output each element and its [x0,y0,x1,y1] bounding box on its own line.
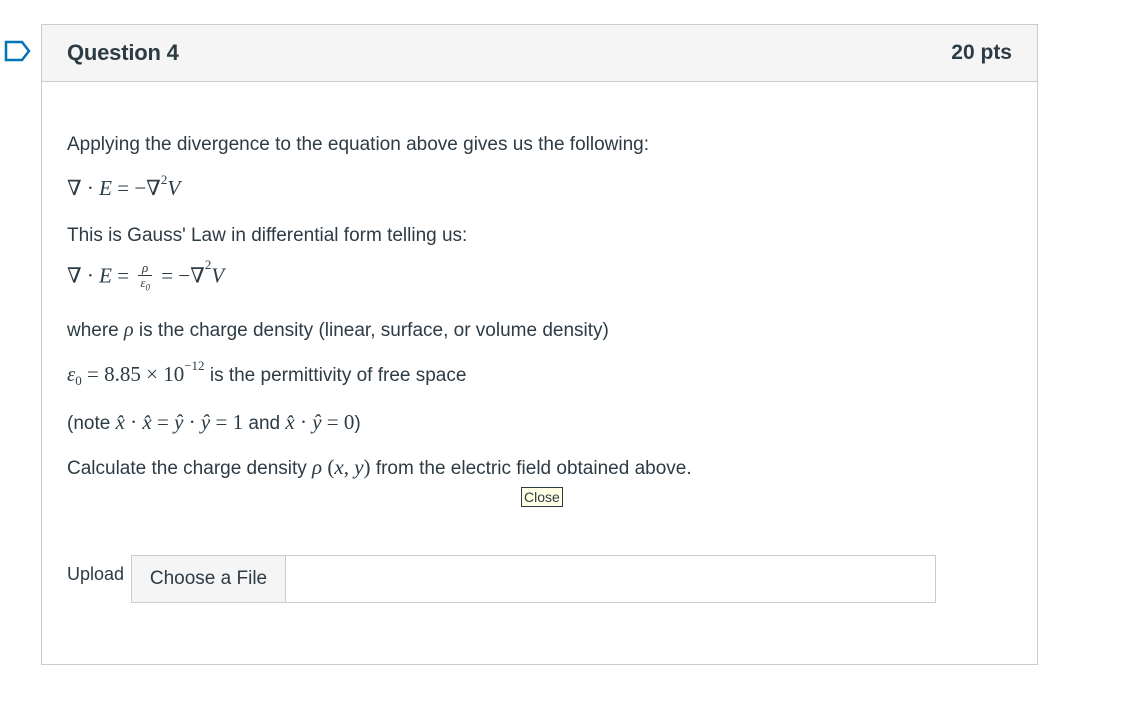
note-text: (note x̂ · x̂ = ŷ · ŷ = 1 and x̂ · ŷ = 0… [67,410,361,434]
choose-file-button[interactable]: Choose a File [132,556,286,602]
intro-text: Applying the divergence to the equation … [67,134,650,155]
file-upload-field[interactable]: Choose a File [131,555,936,603]
equation-divergence: ∇ · E = −∇2V [67,172,181,200]
gauss-law-text: This is Gauss' Law in differential form … [67,225,468,246]
bookmark-icon[interactable] [4,40,32,62]
task-text: Calculate the charge density ρ (x, y) fr… [67,455,692,479]
permittivity-text: ε0 = 8.85 × 10−12 is the permittivity of… [67,358,467,388]
where-text: where ρ is the charge density (linear, s… [67,319,609,341]
question-title: Question 4 [67,40,179,65]
close-button[interactable]: Close [521,487,563,507]
question-card: Question 4 20 pts Applying the divergenc… [41,24,1038,665]
equation-gauss: ∇ · E = ρ ε0 = −∇2V [67,257,225,293]
question-points: 20 pts [951,41,1012,64]
question-header: Question 4 20 pts [42,25,1037,82]
upload-label: Upload [67,564,125,584]
